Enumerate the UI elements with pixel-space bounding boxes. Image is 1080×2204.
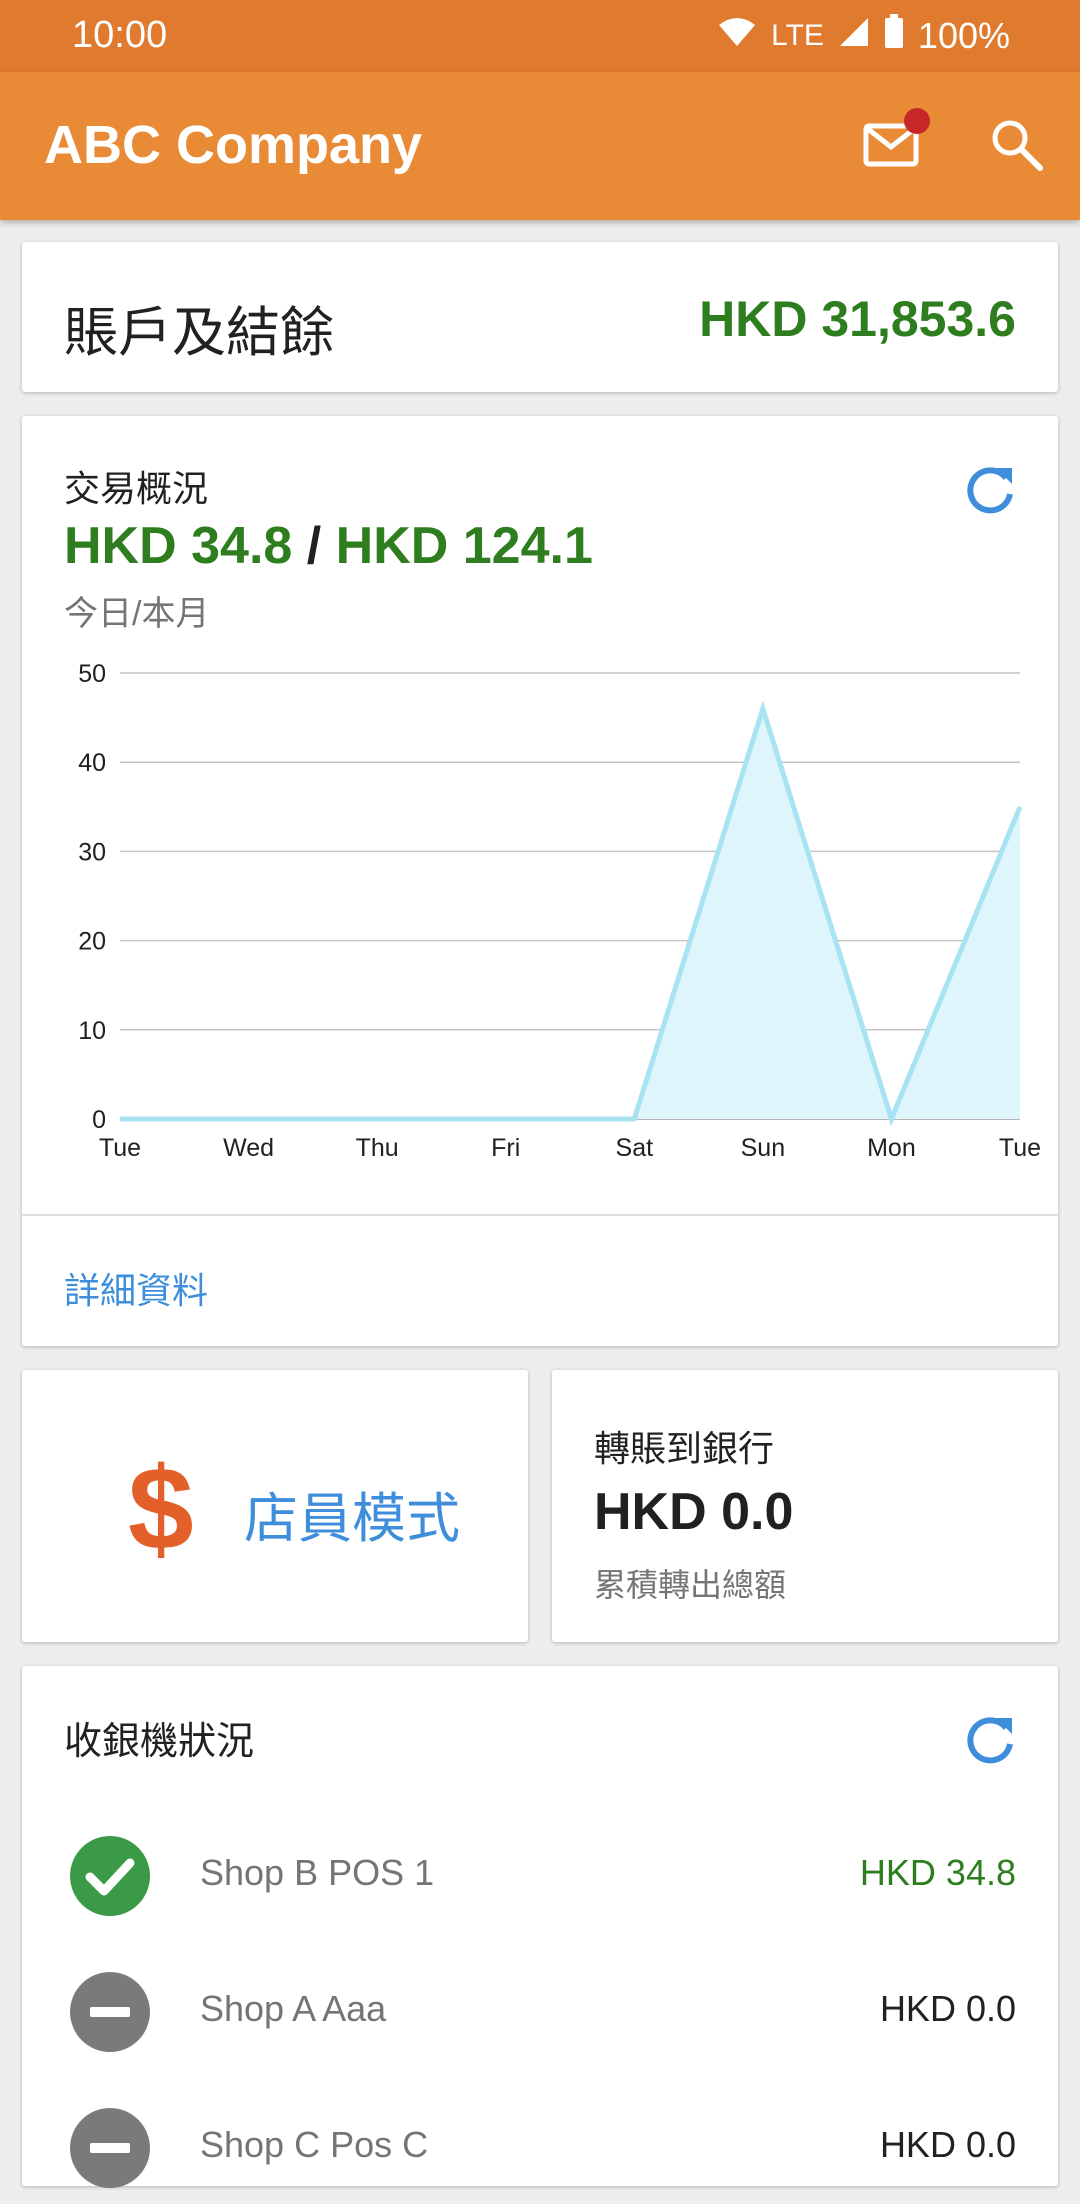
status-bar: 10:00 LTE 100% bbox=[0, 0, 1080, 72]
staff-mode-card[interactable]: $ 店員模式 bbox=[22, 1370, 528, 1642]
chart-area bbox=[120, 708, 1020, 1119]
pos-status-card: 收銀機狀況 Shop B POS 1 HKD 34.8 Shop A Aaa H… bbox=[22, 1666, 1058, 2188]
x-tick-label: Fri bbox=[491, 1134, 520, 1162]
bank-transfer-card[interactable]: 轉賬到銀行 HKD 0.0 累積轉出總額 bbox=[552, 1370, 1058, 1642]
app-title: ABC Company bbox=[44, 115, 423, 175]
pos-refresh-button[interactable] bbox=[960, 1710, 1020, 1770]
pos-name: Shop B POS 1 bbox=[200, 1852, 435, 1893]
search-icon bbox=[992, 120, 1043, 171]
month-amount: HKD 124.1 bbox=[335, 517, 593, 575]
pos-status-title: 收銀機狀況 bbox=[64, 1721, 255, 1763]
signal-icon bbox=[838, 15, 870, 57]
details-link[interactable]: 詳細資料 bbox=[64, 1262, 208, 1314]
search-button[interactable] bbox=[986, 114, 1048, 176]
transaction-overview-card: 交易概況 HKD 34.8 / HKD 124.1 今日/本月 0 10 20 30 4… bbox=[22, 416, 1058, 1346]
today-amount: HKD 34.8 bbox=[64, 517, 293, 575]
y-tick-label: 20 bbox=[78, 928, 106, 956]
pos-row[interactable]: Shop A Aaa HKD 0.0 bbox=[22, 1958, 1058, 2068]
amount-separator: / bbox=[292, 517, 336, 575]
transaction-chart: 0 10 20 30 40 50 Tue Wed Thu Fri Sat Sun Mon Tue bbox=[78, 660, 1041, 1162]
battery-level: 100% bbox=[917, 14, 1010, 56]
notification-dot bbox=[904, 108, 930, 134]
y-tick-label: 30 bbox=[78, 838, 106, 866]
wifi-icon bbox=[717, 15, 757, 57]
chart-line bbox=[120, 700, 1023, 1127]
x-tick-label: Mon bbox=[867, 1134, 916, 1162]
staff-mode-label: 店員模式 bbox=[244, 1489, 460, 1549]
card-divider bbox=[22, 1214, 1058, 1216]
check-icon bbox=[70, 1836, 150, 1916]
pos-amount: HKD 0.0 bbox=[879, 1988, 1016, 2029]
x-tick-label: Tue bbox=[99, 1134, 141, 1162]
pos-row[interactable]: Shop B POS 1 HKD 34.8 bbox=[22, 1822, 1058, 1932]
status-indicators: LTE 100% bbox=[717, 14, 1010, 57]
y-tick-label: 50 bbox=[78, 660, 106, 688]
transaction-subtitle: 今日/本月 bbox=[64, 595, 210, 633]
x-tick-label: Tue bbox=[999, 1134, 1041, 1162]
transaction-refresh-button[interactable] bbox=[960, 460, 1020, 520]
balance-value: HKD 31,853.6 bbox=[699, 291, 1016, 347]
refresh-icon bbox=[967, 1717, 1013, 1764]
status-time: 10:00 bbox=[72, 14, 168, 56]
x-tick-label: Wed bbox=[223, 1134, 274, 1162]
x-tick-label: Sat bbox=[616, 1134, 654, 1162]
bank-transfer-value: HKD 0.0 bbox=[594, 1483, 794, 1541]
transaction-title: 交易概況 bbox=[64, 468, 209, 509]
y-tick-label: 10 bbox=[78, 1017, 106, 1045]
transaction-amounts: HKD 34.8 / HKD 124.1 bbox=[64, 516, 593, 576]
x-tick-label: Sun bbox=[741, 1134, 785, 1162]
minus-icon bbox=[70, 2108, 150, 2188]
dollar-icon: $ bbox=[128, 1443, 194, 1575]
minus-icon bbox=[70, 1972, 150, 2052]
bank-transfer-title: 轉賬到銀行 bbox=[594, 1428, 775, 1469]
app-bar: ABC Company bbox=[0, 72, 1080, 220]
pos-amount: HKD 34.8 bbox=[859, 1852, 1016, 1893]
pos-row[interactable]: Shop C Pos C HKD 0.0 bbox=[22, 2094, 1058, 2204]
bank-transfer-subtitle: 累積轉出總額 bbox=[594, 1567, 787, 1603]
y-tick-label: 40 bbox=[78, 749, 106, 777]
refresh-icon bbox=[967, 467, 1013, 514]
balance-card[interactable]: 賬戶及結餘 HKD 31,853.6 bbox=[22, 242, 1058, 392]
pos-name: Shop A Aaa bbox=[200, 1988, 387, 2029]
balance-label: 賬戶及結餘 bbox=[64, 303, 334, 363]
y-tick-label: 0 bbox=[92, 1106, 106, 1134]
network-type: LTE bbox=[771, 18, 824, 52]
x-tick-label: Thu bbox=[356, 1134, 399, 1162]
battery-icon bbox=[884, 14, 904, 57]
